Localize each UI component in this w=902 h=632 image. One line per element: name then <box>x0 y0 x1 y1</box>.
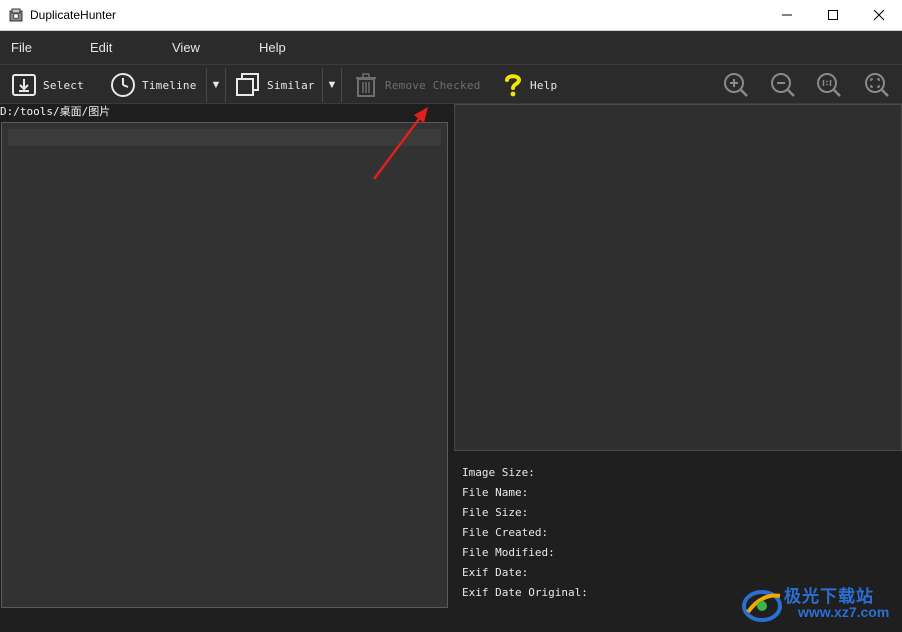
file-created-label: File Created: <box>462 526 549 539</box>
toolbar-separator <box>225 68 226 102</box>
toolbar: Select Timeline ▼ Similar ▼ Remove Check… <box>0 64 902 104</box>
watermark-url: www.xz7.com <box>798 604 890 620</box>
similar-label: Similar <box>267 78 315 92</box>
status-bar <box>0 610 454 632</box>
exif-date-original-label: Exif Date Original: <box>462 586 588 599</box>
zoom-actual-size-button[interactable] <box>815 71 843 99</box>
zoom-actual-size-icon <box>817 73 841 97</box>
clock-icon <box>111 73 135 97</box>
image-size-label: Image Size: <box>462 466 535 479</box>
zoom-in-button[interactable] <box>722 71 750 99</box>
zoom-in-icon <box>724 73 748 97</box>
app-icon <box>8 7 24 23</box>
zoom-out-icon <box>771 73 795 97</box>
menu-view[interactable]: View <box>172 40 200 55</box>
close-icon <box>873 9 885 21</box>
window-title: DuplicateHunter <box>30 8 117 22</box>
minimize-button[interactable] <box>764 0 810 31</box>
select-label: Select <box>43 78 84 92</box>
image-preview-panel[interactable] <box>454 104 902 451</box>
annotation-arrow-icon <box>373 107 428 180</box>
maximize-button[interactable] <box>810 0 856 31</box>
toolbar-separator <box>341 68 342 102</box>
file-modified-label: File Modified: <box>462 546 555 559</box>
file-size-label: File Size: <box>462 506 529 519</box>
menu-file[interactable]: File <box>11 40 32 55</box>
similar-dropdown-button[interactable]: ▼ <box>323 68 341 102</box>
watermark: 极光下载站 www.xz7.com <box>740 580 900 628</box>
maximize-icon <box>828 10 838 20</box>
menu-bar: File Edit View Help <box>0 31 902 64</box>
title-bar: DuplicateHunter <box>0 0 902 31</box>
duplicate-list-panel[interactable] <box>1 122 448 608</box>
help-label: Help <box>530 78 558 92</box>
zoom-fit-button[interactable] <box>863 71 891 99</box>
watermark-logo-icon <box>742 590 782 622</box>
zoom-out-button[interactable] <box>769 71 797 99</box>
file-name-label: File Name: <box>462 486 529 499</box>
minimize-icon <box>782 14 792 16</box>
question-mark-icon <box>505 74 522 97</box>
timeline-button[interactable]: Timeline <box>110 68 197 102</box>
timeline-label: Timeline <box>142 78 197 92</box>
current-folder-path: D:/tools/桌面/图片 <box>0 105 111 118</box>
timeline-dropdown-button[interactable]: ▼ <box>207 68 225 102</box>
similar-images-icon <box>236 73 259 96</box>
similar-button[interactable]: Similar <box>235 68 315 102</box>
exif-date-label: Exif Date: <box>462 566 529 579</box>
select-folder-icon <box>12 74 36 96</box>
menu-help[interactable]: Help <box>259 40 286 55</box>
help-button[interactable]: Help <box>502 68 557 102</box>
chevron-down-icon: ▼ <box>326 79 338 91</box>
zoom-fit-icon <box>865 73 889 97</box>
select-button[interactable]: Select <box>11 68 84 102</box>
menu-edit[interactable]: Edit <box>90 40 112 55</box>
remove-checked-label: Remove Checked <box>385 78 481 92</box>
close-button[interactable] <box>856 0 902 31</box>
chevron-down-icon: ▼ <box>210 79 222 91</box>
